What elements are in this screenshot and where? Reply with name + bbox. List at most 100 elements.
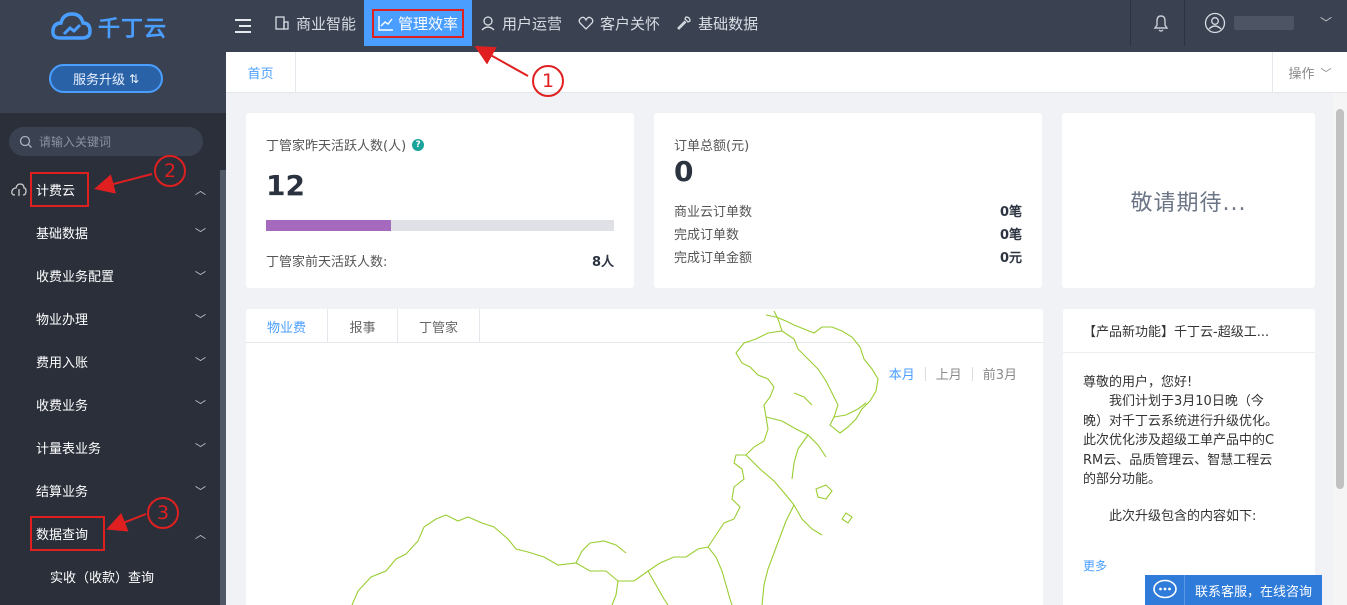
chevron-down-icon: ﹀	[195, 484, 206, 498]
logo[interactable]: 千丁云	[50, 10, 167, 44]
kpi-row: 完成订单金额 0元	[674, 247, 1022, 266]
menu-item-charging[interactable]: 收费业务 ﹀	[0, 383, 220, 426]
annotation-box-2	[30, 172, 89, 207]
service-upgrade-label: 服务升级	[72, 73, 125, 88]
menu-item-label: 物业办理	[36, 313, 89, 328]
menu-item-label: 费用入账	[36, 356, 89, 371]
bell-icon	[1153, 15, 1169, 32]
kpi-row-label: 商业云订单数	[674, 205, 753, 220]
annotation-marker-2: 2	[154, 155, 186, 187]
annotation-box-3	[30, 516, 105, 551]
nav-label: 商业智能	[296, 14, 357, 33]
search-icon	[19, 135, 32, 148]
cloud-logo-icon	[51, 12, 92, 40]
logo-text: 千丁云	[98, 17, 168, 42]
sidebar: 千丁云 服务升级 ⇅ 计费云 ︿ 基础数据 ﹀ 收费业务配置 ﹀	[0, 0, 226, 605]
heart-icon	[578, 16, 594, 30]
nav-label: 客户关怀	[600, 14, 661, 33]
kpi-row-value: 0元	[999, 251, 1022, 266]
menu-item-settlement[interactable]: 结算业务 ﹀	[0, 469, 220, 512]
nav-label: 基础数据	[698, 14, 759, 33]
menu-item-label: 收费业务配置	[36, 270, 115, 285]
service-upgrade-button[interactable]: 服务升级 ⇅	[49, 64, 163, 93]
nav-basic-data[interactable]: 基础数据	[668, 0, 766, 46]
page-tabbar: 首页 操作 ﹀	[226, 52, 1347, 93]
menu-item-label: 结算业务	[36, 485, 89, 500]
notice-panel: 【产品新功能】千丁云-超级工... 尊敬的用户，您好! 我们计划于3月10日晚（…	[1063, 309, 1315, 605]
kpi-value: 12	[266, 169, 305, 202]
user-ops-icon	[481, 16, 495, 31]
scrollbar-thumb[interactable]	[1336, 109, 1344, 489]
chevron-down-icon: ﹀	[195, 269, 206, 283]
menu-item-label: 收费业务	[36, 399, 89, 414]
notice-line: 尊敬的用户，您好!	[1083, 375, 1193, 390]
active-users-progress	[266, 220, 614, 231]
chat-label: 联系客服，在线咨询	[1195, 584, 1313, 600]
sidebar-header: 千丁云 服务升级 ⇅	[0, 0, 226, 113]
chevron-down-icon[interactable]: ﹀	[1320, 14, 1332, 31]
map-panel: 物业费 报事 丁管家 本月 上月 前3月	[246, 309, 1043, 605]
china-map[interactable]	[246, 309, 1043, 605]
more-link[interactable]: 更多	[1083, 557, 1107, 574]
nav-management-efficiency[interactable]: 管理效率	[364, 0, 473, 46]
nav-customer-care[interactable]: 客户关怀	[570, 0, 668, 46]
progress-fill	[266, 220, 392, 231]
kpi-row-label: 完成订单金额	[674, 251, 753, 266]
notice-line: 此次升级包含的内容如下:	[1083, 509, 1257, 525]
sidebar-scrollbar[interactable]	[220, 170, 226, 605]
cloud-nav-icon	[11, 182, 27, 196]
search-input[interactable]	[39, 134, 189, 149]
kpi-row-value: 0笔	[999, 205, 1022, 220]
user-menu[interactable]	[1204, 0, 1294, 46]
building-icon	[275, 16, 289, 30]
main-scrollbar[interactable]	[1333, 93, 1347, 605]
chart-line-icon	[378, 16, 394, 31]
kpi-footer-label: 丁管家前天活跃人数:	[266, 255, 388, 270]
annotation-marker-1: 1	[532, 65, 564, 97]
kpi-row-label: 完成订单数	[674, 228, 740, 243]
divider	[1130, 0, 1131, 46]
chevron-up-icon: ︿	[195, 527, 206, 541]
top-nav: 商业智能 管理效率 用户运营 客户关怀 基础数据	[266, 0, 766, 52]
menu-item-receipt-query[interactable]: 实收（收款）查询	[0, 555, 220, 598]
notice-title[interactable]: 【产品新功能】千丁云-超级工...	[1063, 309, 1315, 353]
menu-item-basic-data[interactable]: 基础数据 ﹀	[0, 211, 220, 254]
kpi-row: 完成订单数 0笔	[674, 224, 1022, 243]
kpi-footer-row: 丁管家前天活跃人数: 8人	[266, 251, 614, 270]
top-navbar: 商业智能 管理效率 用户运营 客户关怀 基础数据 ﹀	[226, 0, 1347, 52]
menu-item-property[interactable]: 物业办理 ﹀	[0, 297, 220, 340]
tab-home[interactable]: 首页	[226, 52, 296, 93]
menu-item-fee-entry[interactable]: 费用入账 ﹀	[0, 340, 220, 383]
chat-support-button[interactable]: 联系客服，在线咨询	[1145, 575, 1322, 605]
nav-label: 管理效率	[398, 14, 459, 33]
kpi-value: 0	[674, 155, 694, 188]
chat-icon	[1145, 575, 1185, 605]
tab-label: 首页	[247, 67, 274, 82]
sort-icon: ⇅	[128, 71, 140, 86]
menu-toggle-button[interactable]	[226, 0, 260, 52]
coming-soon-text: 敬请期待...	[1130, 190, 1247, 216]
help-icon[interactable]: ?	[412, 138, 425, 151]
menu-item-meter[interactable]: 计量表业务 ﹀	[0, 426, 220, 469]
kpi-active-users-card: 丁管家昨天活跃人数(人) ? 12 丁管家前天活跃人数: 8人	[246, 113, 634, 288]
chevron-down-icon: ﹀	[1320, 66, 1332, 80]
chevron-up-icon: ︿	[195, 183, 206, 197]
operations-dropdown[interactable]: 操作 ﹀	[1272, 52, 1347, 93]
chevron-down-icon: ﹀	[195, 226, 206, 240]
notifications-button[interactable]	[1140, 0, 1182, 46]
nav-label: 用户运营	[502, 14, 563, 33]
sidebar-search[interactable]	[9, 127, 203, 156]
operations-label: 操作	[1288, 67, 1315, 82]
kpi-label-text: 丁管家昨天活跃人数(人)	[266, 139, 407, 154]
chevron-down-icon: ﹀	[195, 312, 206, 326]
kpi-label: 订单总额(元)	[674, 139, 750, 154]
kpi-footer-value: 8人	[591, 255, 614, 270]
kpi-label: 丁管家昨天活跃人数(人) ?	[266, 135, 425, 154]
wrench-icon	[677, 16, 691, 30]
nav-user-ops[interactable]: 用户运营	[472, 0, 570, 46]
menu-item-label: 基础数据	[36, 227, 89, 242]
menu-item-fee-config[interactable]: 收费业务配置 ﹀	[0, 254, 220, 297]
notice-body: 尊敬的用户，您好! 我们计划于3月10日晚（今晚）对千丁云系统进行升级优化。此次…	[1083, 373, 1281, 527]
kpi-order-total-card: 订单总额(元) 0 商业云订单数 0笔 完成订单数 0笔 完成订单金额 0元	[654, 113, 1042, 288]
nav-business-intel[interactable]: 商业智能	[266, 0, 364, 46]
